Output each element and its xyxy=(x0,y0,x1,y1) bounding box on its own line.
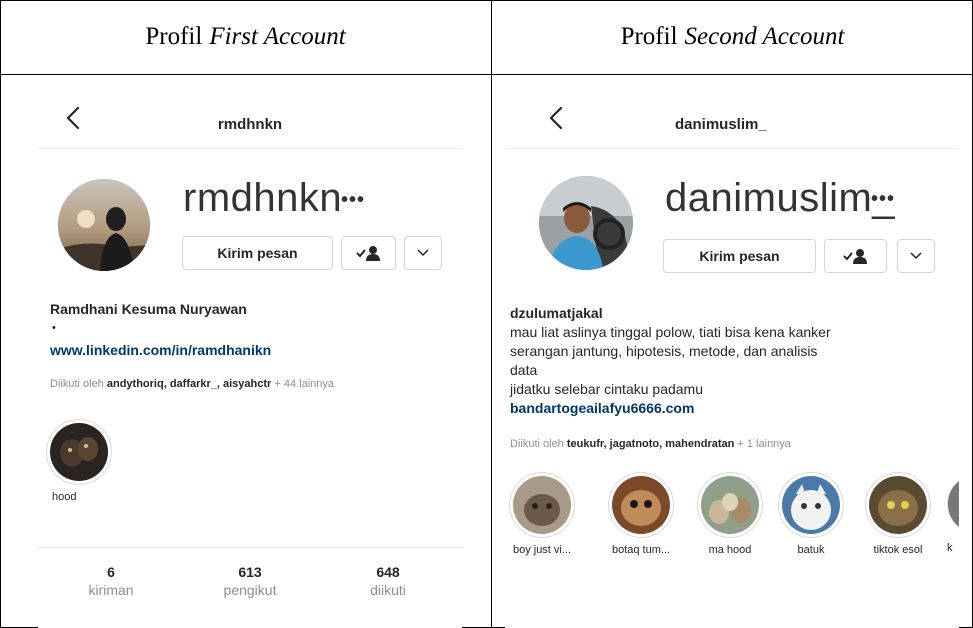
story-highlight-ring xyxy=(865,472,931,538)
profile-first: rmdhnkn rmdhnkn ••• Kirim pesan Ramdhani… xyxy=(38,75,462,628)
bio-bullet: • xyxy=(52,322,56,334)
chevron-down-icon xyxy=(910,252,922,260)
stat-followers[interactable]: 613 pengikut xyxy=(200,564,300,598)
following-button[interactable] xyxy=(341,236,396,270)
bio-line-2: serangan jantung, hipotesis, metode, dan… xyxy=(510,343,818,359)
more-options-button-second[interactable]: ••• xyxy=(871,188,895,211)
followed-by-prefix: Diikuti oleh xyxy=(50,378,104,390)
story-highlight-image xyxy=(50,423,108,481)
more-options-button[interactable]: ••• xyxy=(341,189,365,212)
story-highlight-ring xyxy=(947,472,959,536)
avatar-photo-second xyxy=(539,176,633,270)
story-highlight-label: hood xyxy=(52,491,77,503)
story-highlight[interactable]: ma hood xyxy=(697,472,763,556)
story-highlight-label: tiktok esol xyxy=(873,544,923,556)
message-button[interactable]: Kirim pesan xyxy=(182,236,333,270)
story-highlight[interactable]: k xyxy=(947,472,959,554)
followed-by-prefix-second: Diikuti oleh xyxy=(510,438,564,450)
bio-name-second: dzulumatjakal xyxy=(510,304,603,323)
table-divider-vertical xyxy=(491,0,492,628)
story-highlight-ring xyxy=(697,472,763,538)
chevron-left-icon xyxy=(549,106,563,130)
header-first-prefix: Profil xyxy=(145,23,203,50)
top-username-second: danimuslim_ xyxy=(675,116,767,133)
header-second-account: Profil Second Account xyxy=(492,0,973,74)
header-first-italic: First Account xyxy=(209,23,346,50)
story-highlight-label: boy just vi... xyxy=(512,544,572,556)
profile-stats: 6 kiriman 613 pengikut 648 diikuti xyxy=(38,547,462,628)
story-highlight-ring xyxy=(509,472,575,538)
stat-posts-count: 6 xyxy=(107,564,115,580)
stat-following-count: 648 xyxy=(376,564,400,580)
story-highlight[interactable]: botaq tum... xyxy=(608,472,674,556)
story-highlight-image xyxy=(869,476,927,534)
chevron-down-icon xyxy=(417,249,429,257)
profile-username-second: danimuslim_ xyxy=(665,176,896,220)
followed-by-suffix-second: + 1 lainnya xyxy=(737,438,791,450)
stat-followers-label: pengikut xyxy=(223,582,277,598)
followed-by-suffix: + 44 lainnya xyxy=(274,378,335,390)
profile-topbar-second: danimuslim_ xyxy=(505,93,959,149)
bio-fullname: Ramdhani Kesuma Nuryawan xyxy=(50,301,247,317)
stat-following-label: diikuti xyxy=(370,582,406,598)
stat-posts-label: kiriman xyxy=(88,582,134,598)
top-username: rmdhnkn xyxy=(217,116,283,133)
story-highlight-image xyxy=(782,476,840,534)
avatar[interactable] xyxy=(58,179,150,271)
message-button-second[interactable]: Kirim pesan xyxy=(663,239,816,273)
story-highlight-ring xyxy=(608,472,674,538)
profile-username: rmdhnkn xyxy=(183,176,343,220)
stat-followers-count: 613 xyxy=(238,564,262,580)
profile-topbar: rmdhnkn xyxy=(38,93,462,149)
header-first-account: Profil First Account xyxy=(0,0,491,74)
story-highlight-label: ma hood xyxy=(708,544,752,556)
story-highlight-ring xyxy=(778,472,844,538)
profile-second: danimuslim_ danimuslim_ ••• Kirim pesan … xyxy=(505,75,959,628)
story-highlight-label: k xyxy=(947,542,953,554)
story-highlight-image xyxy=(947,474,959,534)
followed-by-second[interactable]: Diikuti oleh teukufr, jagatnoto, mahendr… xyxy=(510,438,791,450)
avatar-photo xyxy=(58,179,150,271)
bio-line-1: mau liat aslinya tinggal polow, tiati bi… xyxy=(510,324,831,340)
suggested-dropdown-button[interactable] xyxy=(404,236,442,270)
header-second-prefix: Profil xyxy=(620,23,678,50)
back-button-second[interactable] xyxy=(545,101,567,135)
story-highlight[interactable]: batuk xyxy=(778,472,844,556)
suggested-dropdown-button-second[interactable] xyxy=(897,239,935,273)
story-highlight-label: batuk xyxy=(797,544,825,556)
following-button-second[interactable] xyxy=(824,239,887,273)
stat-posts[interactable]: 6 kiriman xyxy=(61,564,161,598)
followed-by-names-second: teukufr, jagatnoto, mahendratan xyxy=(566,438,735,450)
bio-name: Ramdhani Kesuma Nuryawan xyxy=(50,300,247,319)
followed-by-names: andythoriq, daffarkr_, aisyahctr xyxy=(106,378,272,390)
bio-line-3: data xyxy=(510,362,538,378)
bio-line-4: jidatku selebar cintaku padamu xyxy=(510,381,704,397)
story-highlight-image xyxy=(612,476,670,534)
story-highlight-label: botaq tum... xyxy=(611,544,671,556)
bio-link[interactable]: www.linkedin.com/in/ramdhanikn xyxy=(50,341,271,360)
person-check-icon xyxy=(842,249,867,264)
bio-fullname-second: dzulumatjakal xyxy=(510,305,603,321)
avatar-second[interactable] xyxy=(539,176,633,270)
header-second-italic: Second Account xyxy=(684,23,845,50)
stat-following[interactable]: 648 diikuti xyxy=(338,564,438,598)
bio-link-second[interactable]: bandartogeailafyu6666.com xyxy=(510,399,694,418)
story-highlight-image xyxy=(513,476,571,534)
story-highlight[interactable]: boy just vi... xyxy=(505,472,582,556)
person-check-icon xyxy=(355,246,380,261)
story-highlight[interactable]: hood xyxy=(46,419,112,503)
story-highlight[interactable]: tiktok esol xyxy=(862,472,934,556)
followed-by[interactable]: Diikuti oleh andythoriq, daffarkr_, aisy… xyxy=(50,378,334,390)
story-highlight-ring xyxy=(46,419,112,485)
story-highlight-image xyxy=(701,476,759,534)
